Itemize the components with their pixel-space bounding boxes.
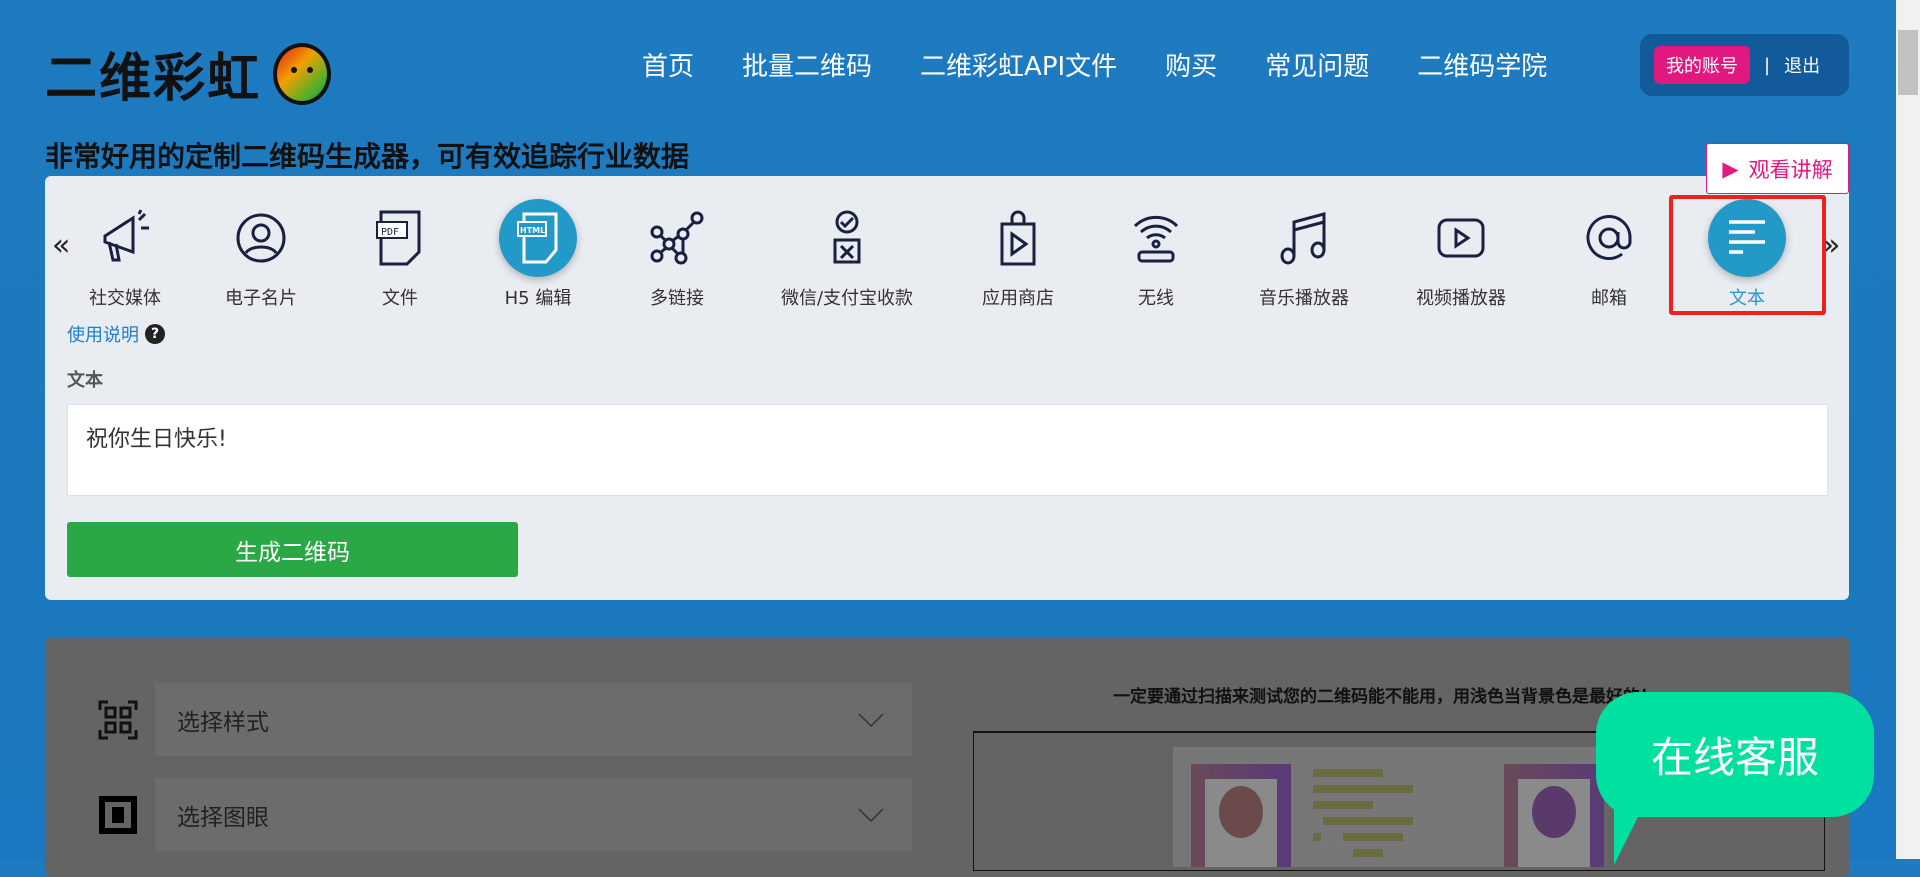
online-support-button[interactable]: 在线客服	[1596, 692, 1874, 817]
qr-type-wifi[interactable]: 无线	[1081, 196, 1231, 310]
qr-type-user-circle[interactable]: 电子名片	[186, 196, 336, 310]
qr-type-network[interactable]: 多链接	[602, 196, 752, 310]
qr-type-pdf-file[interactable]: PDF 文件	[325, 196, 475, 310]
qr-type-label: 应用商店	[982, 288, 1054, 309]
my-account-button[interactable]: 我的账号	[1654, 46, 1750, 84]
html-file-icon: HTML	[463, 196, 613, 280]
separator: |	[1764, 54, 1771, 76]
chevron-down-icon	[858, 807, 884, 822]
qr-type-label: 多链接	[650, 288, 704, 309]
scrollbar[interactable]	[1896, 0, 1920, 859]
payment-icon	[772, 196, 922, 280]
dropdown-label: 选择图眼	[177, 804, 269, 831]
qr-type-payment[interactable]: 微信/支付宝收款	[772, 196, 922, 310]
megaphone-icon	[50, 196, 200, 280]
svg-text:HTML: HTML	[520, 226, 545, 235]
select-eye-dropdown[interactable]: 选择图眼	[81, 778, 912, 851]
nav-home[interactable]: 首页	[642, 46, 694, 83]
nav-api[interactable]: 二维彩虹API文件	[920, 46, 1117, 83]
network-icon	[602, 196, 752, 280]
qr-type-label: 视频播放器	[1416, 288, 1506, 309]
usage-link[interactable]: 使用说明?	[67, 321, 165, 347]
qr-type-label: 邮箱	[1591, 288, 1627, 309]
qr-type-at[interactable]: 邮箱	[1534, 196, 1684, 310]
store-bag-icon	[943, 196, 1093, 280]
qr-type-html-file[interactable]: HTML H5 编辑	[463, 196, 613, 310]
nav-buy[interactable]: 购买	[1165, 46, 1217, 83]
dropdown-label: 选择样式	[177, 709, 269, 736]
page-subtitle: 非常好用的定制二维码生成器，可有效追踪行业数据	[45, 140, 690, 173]
watch-tutorial-button[interactable]: ▶ 观看讲解	[1706, 143, 1849, 194]
qr-preview-image	[1173, 747, 1604, 874]
qr-type-label: H5 编辑	[504, 288, 572, 309]
logout-link[interactable]: 退出	[1784, 52, 1820, 78]
qr-type-label: 电子名片	[225, 288, 297, 309]
wifi-icon	[1081, 196, 1231, 280]
qr-type-video-play[interactable]: 视频播放器	[1386, 196, 1536, 310]
text-field-label: 文本	[67, 370, 103, 391]
highlight-box	[1669, 195, 1826, 315]
select-style-dropdown[interactable]: 选择样式	[81, 683, 912, 756]
qr-type-store-bag[interactable]: 应用商店	[943, 196, 1093, 310]
qr-type-label: 文件	[382, 288, 418, 309]
help-icon: ?	[145, 324, 165, 344]
main-nav: 首页 批量二维码 二维彩虹API文件 购买 常见问题 二维码学院	[642, 46, 1547, 83]
nav-faq[interactable]: 常见问题	[1265, 46, 1369, 83]
qr-eye-icon	[81, 778, 155, 851]
qr-type-label: 社交媒体	[89, 288, 161, 309]
chevron-down-icon	[858, 712, 884, 727]
pdf-file-icon: PDF	[325, 196, 475, 280]
bear-logo-icon	[273, 42, 332, 105]
at-icon	[1534, 196, 1684, 280]
video-play-icon	[1386, 196, 1536, 280]
play-icon: ▶	[1722, 156, 1739, 181]
qr-type-label: 音乐播放器	[1259, 288, 1349, 309]
nav-batch[interactable]: 批量二维码	[742, 46, 872, 83]
qr-type-music-note[interactable]: 音乐播放器	[1229, 196, 1379, 310]
account-box: 我的账号 | 退出	[1640, 34, 1849, 96]
qr-type-label: 无线	[1138, 288, 1174, 309]
usage-label: 使用说明	[67, 325, 139, 346]
text-input[interactable]: 祝你生日快乐!	[67, 404, 1828, 496]
user-circle-icon	[186, 196, 336, 280]
scrollbar-thumb[interactable]	[1898, 30, 1918, 95]
logo-text: 二维彩虹	[45, 49, 262, 109]
music-note-icon	[1229, 196, 1379, 280]
qr-style-icon	[81, 683, 155, 756]
logo[interactable]: 二维彩虹	[45, 36, 332, 111]
nav-academy[interactable]: 二维码学院	[1417, 46, 1547, 83]
svg-text:PDF: PDF	[381, 227, 399, 238]
generate-qr-button[interactable]: 生成二维码	[67, 522, 518, 577]
qr-type-label: 微信/支付宝收款	[780, 288, 914, 309]
qr-type-megaphone[interactable]: 社交媒体	[50, 196, 200, 310]
